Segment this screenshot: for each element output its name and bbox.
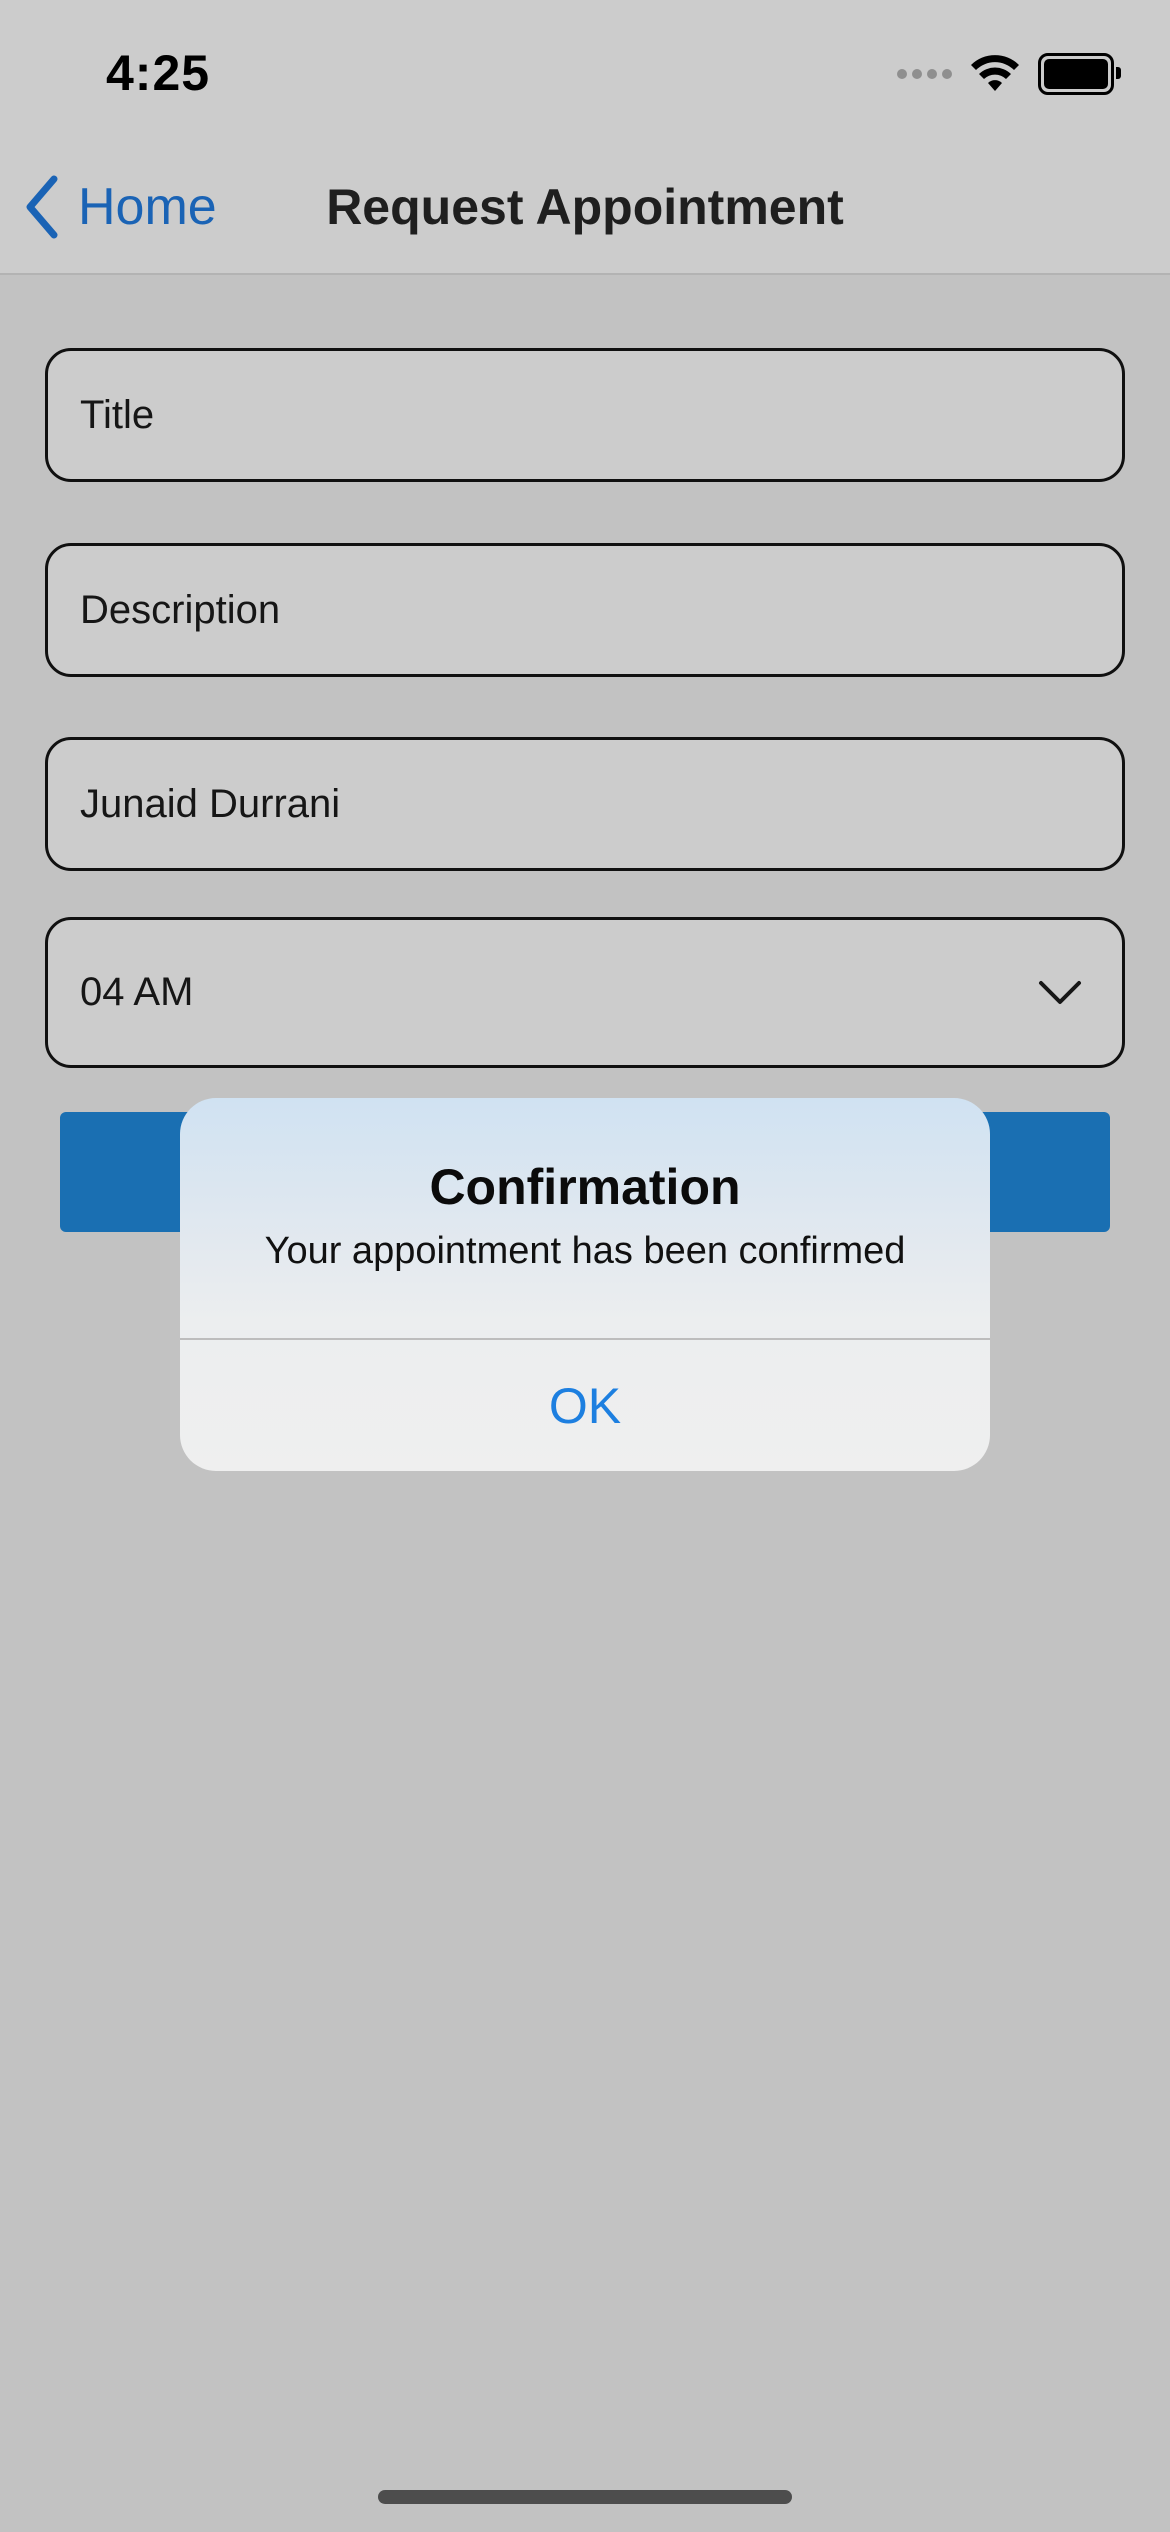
wifi-icon — [971, 55, 1019, 91]
alert-title: Confirmation — [429, 1159, 741, 1215]
battery-icon — [1038, 53, 1121, 95]
cellular-signal-icon — [897, 69, 952, 79]
ok-button[interactable]: OK — [180, 1340, 990, 1471]
name-value: Junaid Durrani — [80, 781, 341, 826]
home-indicator[interactable] — [378, 2490, 792, 2504]
title-field[interactable]: Title — [45, 348, 1125, 482]
confirmation-alert: Confirmation Your appointment has been c… — [180, 1098, 990, 1471]
alert-message: Your appointment has been confirmed — [264, 1230, 906, 1272]
description-placeholder: Description — [80, 587, 281, 632]
title-placeholder: Title — [80, 392, 155, 437]
description-field[interactable]: Description — [45, 543, 1125, 677]
name-field[interactable]: Junaid Durrani — [45, 737, 1125, 871]
status-time: 4:25 — [106, 45, 211, 101]
status-icons — [897, 53, 1121, 95]
time-value: 04 AM — [80, 970, 194, 1014]
chevron-down-icon — [1039, 980, 1081, 1004]
page-title: Request Appointment — [326, 179, 844, 235]
time-select[interactable]: 04 AM — [45, 917, 1125, 1068]
top-bar: 4:25 Home Request Appointment — [0, 0, 1170, 275]
